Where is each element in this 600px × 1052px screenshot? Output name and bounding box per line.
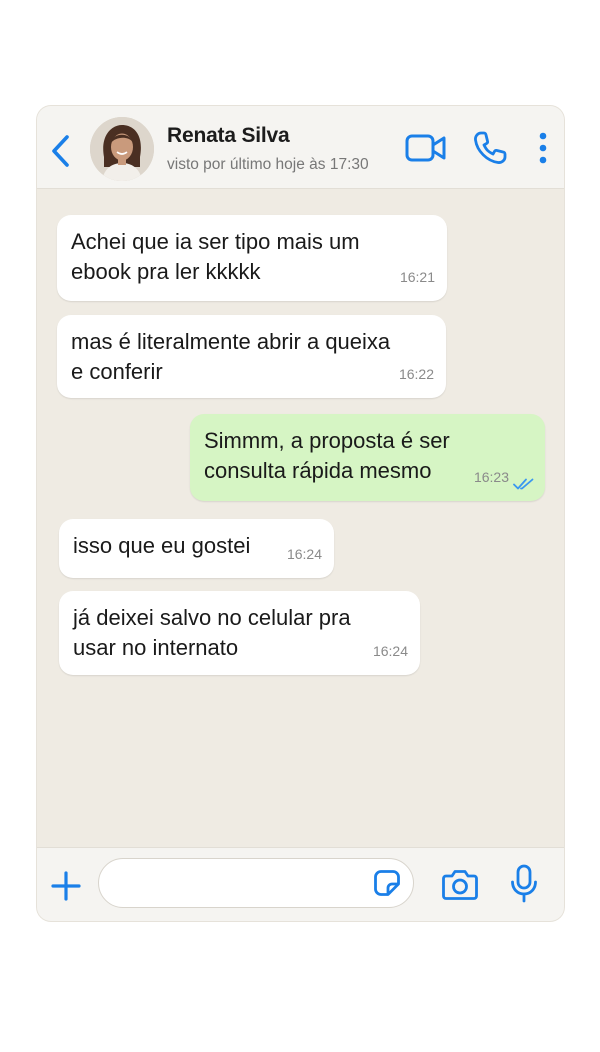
message-text: já deixei salvo no celular pra usar no i… (73, 605, 351, 660)
message-bubble-incoming[interactable]: já deixei salvo no celular pra usar no i… (59, 591, 420, 675)
message-text: isso que eu gostei (73, 533, 251, 558)
message-text: mas é literalmente abrir a queixa e conf… (71, 329, 391, 384)
message-list[interactable]: Achei que ia ser tipo mais um ebook pra … (37, 189, 564, 847)
chat-header: Renata Silva visto por último hoje às 17… (37, 106, 564, 189)
microphone-icon[interactable] (509, 864, 539, 904)
message-time: 16:24 (372, 643, 408, 659)
sticker-icon[interactable] (373, 869, 401, 897)
chat-window: Renata Silva visto por último hoje às 17… (37, 106, 564, 921)
message-text: Achei que ia ser tipo mais um ebook pra … (71, 229, 360, 284)
camera-icon[interactable] (441, 868, 479, 902)
message-bubble-incoming[interactable]: isso que eu gostei 16:24 (59, 519, 334, 578)
message-input[interactable] (115, 859, 359, 907)
message-time: 16:21 (399, 269, 435, 285)
video-call-icon[interactable] (405, 134, 447, 162)
message-bubble-incoming[interactable]: Achei que ia ser tipo mais um ebook pra … (57, 215, 447, 301)
contact-name[interactable]: Renata Silva (167, 124, 290, 148)
message-input-bar (37, 847, 564, 921)
avatar[interactable] (90, 117, 154, 181)
message-input-field[interactable] (98, 858, 414, 908)
read-receipt-icon (513, 478, 534, 490)
plus-icon[interactable] (50, 870, 82, 902)
back-chevron-icon[interactable] (49, 133, 73, 169)
last-seen-status: visto por último hoje às 17:30 (167, 156, 369, 173)
phone-call-icon[interactable] (472, 130, 508, 166)
message-bubble-outgoing[interactable]: Simmm, a proposta é ser consulta rápida … (190, 414, 545, 501)
message-time: 16:22 (398, 366, 434, 382)
more-vertical-icon[interactable] (537, 132, 549, 164)
message-time: 16:23 (473, 469, 509, 485)
message-time: 16:24 (286, 546, 322, 562)
avatar-image (90, 117, 154, 181)
message-bubble-incoming[interactable]: mas é literalmente abrir a queixa e conf… (57, 315, 446, 398)
